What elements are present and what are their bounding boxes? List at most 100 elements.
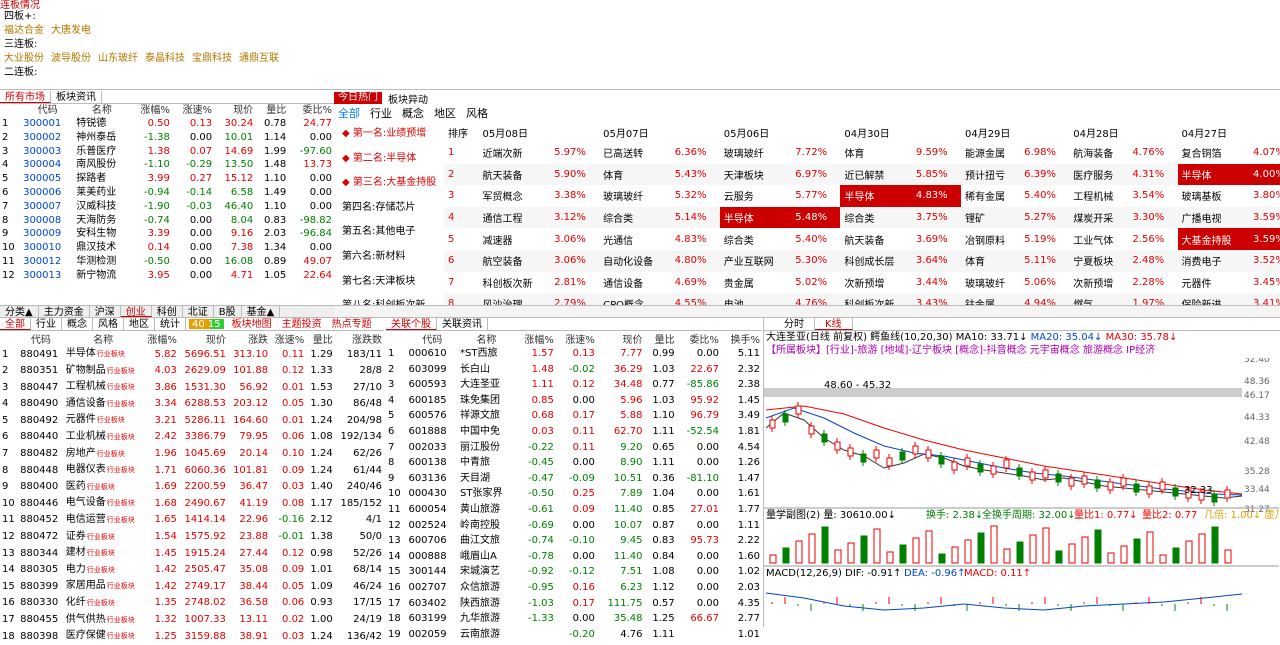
tab-hot-2[interactable]: 概念 xyxy=(402,105,424,121)
table-row[interactable]: 1880491半导体行业板块5.825696.51313.100.111.291… xyxy=(0,346,384,363)
table-row[interactable]: 3880447工程机械行业板块3.861531.3056.920.011.532… xyxy=(0,379,384,396)
hot-name[interactable]: 半导体 xyxy=(1178,164,1250,186)
table-row[interactable]: 5600576祥源文旅0.680.175.881.1096.793.49 xyxy=(386,408,762,424)
kline-chart[interactable]: 48.60 - 45.32 32.33 52.4048.3646.1744.33… xyxy=(764,358,1279,627)
table-row[interactable]: 2300002神州泰岳-1.380.0010.011.140.00 xyxy=(0,131,334,145)
tab-kline[interactable]: K线 xyxy=(815,318,853,330)
hot-name[interactable]: 体育 xyxy=(961,250,1020,272)
table-row[interactable]: 1000610*ST西旅1.570.137.770.990.005.11 xyxy=(386,346,762,362)
table-row[interactable]: 18603199九华旅游-1.330.0035.481.2566.672.77 xyxy=(386,611,762,627)
table-row[interactable]: 3600593大连圣亚1.110.1234.480.77-85.862.38 xyxy=(386,377,762,393)
table-row[interactable]: 1300001特锐德0.500.1330.240.7824.77 xyxy=(0,117,334,131)
table-row[interactable]: 14880305电力行业板块1.422505.4735.080.091.0168… xyxy=(0,562,384,579)
table-row[interactable]: 9603136天目湖-0.47-0.0910.510.36-81.101.47 xyxy=(386,471,762,487)
hot-name[interactable]: 综合类 xyxy=(720,228,792,250)
table-row[interactable]: 3300003乐普医疗1.380.0714.691.99-97.60 xyxy=(0,145,334,159)
hot-name[interactable]: 科创板次新 xyxy=(479,272,551,294)
hot-name[interactable]: 元器件 xyxy=(1178,272,1250,294)
sector-tab[interactable]: 行业 xyxy=(31,318,62,330)
category-tab[interactable]: 基金▲ xyxy=(242,306,281,317)
hot-name[interactable]: 航空装备 xyxy=(479,250,551,272)
hot-name[interactable]: 医疗服务 xyxy=(1069,164,1128,186)
stock-link[interactable]: 山东玻纤 xyxy=(98,53,138,64)
tab-hot-1[interactable]: 行业 xyxy=(370,105,392,121)
table-row[interactable]: 16002707众信旅游-0.950.166.231.120.002.03 xyxy=(386,580,762,596)
hot-name[interactable]: 复合铜箔 xyxy=(1178,142,1250,164)
hot-name[interactable]: 半导体 xyxy=(840,185,912,207)
tab-hot-3[interactable]: 地区 xyxy=(434,105,456,121)
hot-name[interactable]: 消费电子 xyxy=(1178,250,1250,272)
table-row[interactable]: 17880455供气供热行业板块1.321007.3313.110.021.00… xyxy=(0,612,384,629)
tab-linked-stocks[interactable]: 关联个股 xyxy=(386,318,437,330)
hot-name[interactable]: 自动化设备 xyxy=(599,250,671,272)
hot-name[interactable]: 军贸概念 xyxy=(479,185,551,207)
hot-name[interactable]: 近端次新 xyxy=(479,142,551,164)
table-row[interactable]: 7880482房地产行业板块1.961045.6920.140.101.2462… xyxy=(0,446,384,463)
sector-link[interactable]: 板块地图 xyxy=(227,318,277,330)
table-row[interactable]: 5880492元器件行业板块3.215286.11164.600.011.242… xyxy=(0,412,384,429)
stock-link[interactable]: 福达合金 xyxy=(4,25,44,36)
sector-tab[interactable]: 概念 xyxy=(62,318,93,330)
hot-name[interactable]: 航海装备 xyxy=(1069,142,1128,164)
hot-name[interactable]: 云服务 xyxy=(720,185,792,207)
table-row[interactable]: 17603402陕西旅游-1.030.17111.750.570.004.35 xyxy=(386,596,762,612)
sector-tab[interactable]: 风格 xyxy=(93,318,124,330)
table-row[interactable]: 10880446电气设备行业板块1.682490.6741.190.081.17… xyxy=(0,495,384,512)
category-tab[interactable]: 主力资金 xyxy=(39,306,90,317)
table-row[interactable]: 4600185珠免集团0.850.005.961.0395.921.45 xyxy=(386,393,762,409)
hot-name[interactable]: 近已解禁 xyxy=(840,164,912,186)
stock-link[interactable]: 波导股份 xyxy=(51,53,91,64)
tab-linked-news[interactable]: 关联资讯 xyxy=(437,318,488,330)
table-row[interactable]: 7002033丽江股份-0.220.119.200.650.004.54 xyxy=(386,440,762,456)
sector-tab[interactable]: 地区 xyxy=(124,318,155,330)
table-row[interactable]: 14000888峨眉山A-0.780.0011.400.840.001.60 xyxy=(386,549,762,565)
hot-name[interactable]: 稀有金属 xyxy=(961,185,1020,207)
table-row[interactable]: 16880330化纤行业板块1.352748.0236.580.060.9317… xyxy=(0,595,384,612)
category-tab[interactable]: 沪深 xyxy=(90,306,121,317)
hot-name[interactable]: 体育 xyxy=(599,164,671,186)
sector-link[interactable]: 热点专题 xyxy=(327,318,377,330)
hot-name[interactable]: 航天装备 xyxy=(840,228,912,250)
hot-name[interactable]: 冶钢原料 xyxy=(961,228,1020,250)
tab-intraday[interactable]: 分时 xyxy=(774,318,815,330)
hot-name[interactable]: 玻璃玻纤 xyxy=(720,142,792,164)
table-row[interactable]: 15880399家居用品行业板块1.422749.1738.440.051.09… xyxy=(0,578,384,595)
tab-all-market[interactable]: 所有市场 xyxy=(0,91,51,103)
hot-name[interactable]: 煤炭开采 xyxy=(1069,207,1128,229)
hot-name[interactable]: 已高送转 xyxy=(599,142,671,164)
theme-item[interactable]: 第七名:天津板块 xyxy=(334,270,444,295)
table-row[interactable]: 10300010鼎汉技术0.140.007.381.340.00 xyxy=(0,241,334,255)
tab-hot-0[interactable]: 全部 xyxy=(338,105,360,121)
hot-name[interactable]: 天津板块 xyxy=(720,164,792,186)
sector-tab[interactable]: 统计 xyxy=(155,318,186,330)
hot-name[interactable]: 玻璃玻纤 xyxy=(599,185,671,207)
table-row[interactable]: 8600138中青旅-0.450.008.901.110.001.26 xyxy=(386,455,762,471)
hot-name[interactable]: 通信设备 xyxy=(599,272,671,294)
table-row[interactable]: 9880400医药行业板块1.692200.5936.470.031.40240… xyxy=(0,479,384,496)
table-row[interactable]: 5300005探路者3.990.2715.121.100.00 xyxy=(0,172,334,186)
table-row[interactable]: 12002524岭南控股-0.690.0010.070.870.001.11 xyxy=(386,518,762,534)
hot-name[interactable]: 航天装备 xyxy=(479,164,551,186)
table-row[interactable]: 9300009安科生物3.390.009.162.03-96.84 xyxy=(0,227,334,241)
table-row[interactable]: 4300004南风股份-1.10-0.2913.501.4813.73 xyxy=(0,158,334,172)
hot-name[interactable]: 通信工程 xyxy=(479,207,551,229)
table-row[interactable]: 11600054黄山旅游-0.610.0911.400.8527.011.77 xyxy=(386,502,762,518)
table-row[interactable]: 8300008天海防务-0.740.008.040.83-98.82 xyxy=(0,214,334,228)
category-tab[interactable]: 创业 xyxy=(121,306,152,317)
hot-name[interactable]: 工程机械 xyxy=(1069,185,1128,207)
tab-hot-4[interactable]: 风格 xyxy=(466,105,488,121)
table-row[interactable]: 15300144宋城演艺-0.92-0.127.511.080.001.02 xyxy=(386,564,762,580)
stock-link[interactable]: 大业股份 xyxy=(4,53,44,64)
hot-name[interactable]: 广播电视 xyxy=(1178,207,1250,229)
category-tab[interactable]: 北证 xyxy=(183,306,214,317)
table-row[interactable]: 19002059云南旅游-0.204.761.111.01 xyxy=(386,627,762,643)
hscroll[interactable] xyxy=(334,305,1280,318)
table-row[interactable]: 2880351矿物制品行业板块4.032629.09101.880.121.33… xyxy=(0,363,384,380)
category-tab[interactable]: 科创 xyxy=(152,306,183,317)
table-row[interactable]: 7300007汉威科技-1.90-0.0346.401.100.00 xyxy=(0,200,334,214)
hot-name[interactable]: 能源金属 xyxy=(961,142,1020,164)
sector-tab[interactable]: 全部 xyxy=(0,318,31,330)
theme-item[interactable]: 第四名:存储芯片 xyxy=(334,196,444,221)
table-row[interactable]: 11300012华测检测-0.500.0016.080.8949.07 xyxy=(0,255,334,269)
theme-item[interactable]: ◆ 第一名:业绩预增 xyxy=(334,122,444,147)
